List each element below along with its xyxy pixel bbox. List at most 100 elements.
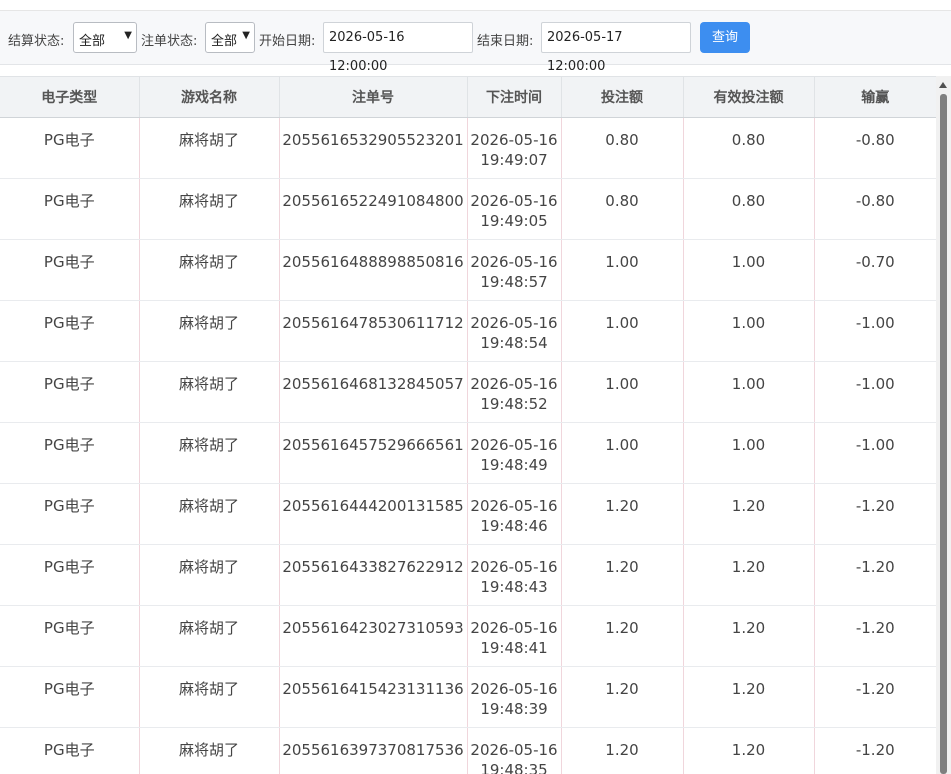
cell-amount: 1.20 [561, 727, 684, 774]
bet-clock: 19:48:35 [480, 761, 548, 774]
settle-status-select[interactable]: 全部 ▼ [73, 22, 137, 53]
table-row[interactable]: PG电子 麻将胡了 2055616444200131585 2026-05-16… [0, 483, 936, 545]
cell-amount: 1.00 [561, 422, 684, 484]
cell-bet-no: 2055616522491084800 [279, 178, 468, 240]
cell-bet-time: 2026-05-16 19:48:41 [467, 605, 562, 667]
cell-winloss: -0.80 [814, 178, 936, 240]
cell-valid-amount: 1.20 [683, 727, 815, 774]
cell-winloss: -1.20 [814, 483, 936, 545]
cell-game: 麻将胡了 [139, 300, 280, 362]
cell-amount: 1.20 [561, 544, 684, 606]
bet-status-value: 全部 [211, 34, 238, 49]
bet-clock: 19:49:07 [480, 151, 548, 169]
cell-bet-time: 2026-05-16 19:49:07 [467, 117, 562, 179]
table-row[interactable]: PG电子 麻将胡了 2055616532905523201 2026-05-16… [0, 117, 936, 179]
cell-bet-no: 2055616433827622912 [279, 544, 468, 606]
column-header-type[interactable]: 电子类型 [0, 76, 140, 118]
cell-type: PG电子 [0, 666, 140, 728]
cell-bet-no: 2055616423027310593 [279, 605, 468, 667]
cell-bet-no: 2055616478530611712 [279, 300, 468, 362]
table-row[interactable]: PG电子 麻将胡了 2055616522491084800 2026-05-16… [0, 178, 936, 240]
bet-clock: 19:48:39 [480, 700, 548, 718]
bet-date: 2026-05-16 [470, 741, 558, 759]
table-row[interactable]: PG电子 麻将胡了 2055616423027310593 2026-05-16… [0, 605, 936, 667]
chevron-down-icon: ▼ [124, 30, 132, 41]
bet-date: 2026-05-16 [470, 558, 558, 576]
cell-winloss: -1.00 [814, 422, 936, 484]
cell-type: PG电子 [0, 727, 140, 774]
column-header-bet-time[interactable]: 下注时间 [467, 76, 562, 118]
cell-bet-time: 2026-05-16 19:48:39 [467, 666, 562, 728]
settle-status-label: 结算状态: [8, 34, 65, 49]
top-strip [0, 0, 951, 11]
cell-amount: 1.20 [561, 605, 684, 667]
bet-date: 2026-05-16 [470, 436, 558, 454]
cell-bet-time: 2026-05-16 19:48:49 [467, 422, 562, 484]
column-header-winloss[interactable]: 输赢 [814, 76, 936, 118]
cell-game: 麻将胡了 [139, 605, 280, 667]
bet-clock: 19:48:57 [480, 273, 548, 291]
cell-winloss: -1.20 [814, 544, 936, 606]
bet-clock: 19:48:43 [480, 578, 548, 596]
cell-game: 麻将胡了 [139, 239, 280, 301]
cell-game: 麻将胡了 [139, 422, 280, 484]
cell-amount: 0.80 [561, 178, 684, 240]
scroll-up-arrow-icon[interactable] [939, 82, 947, 88]
end-date-label: 结束日期: [477, 34, 534, 49]
bet-date: 2026-05-16 [470, 314, 558, 332]
cell-bet-no: 2055616468132845057 [279, 361, 468, 423]
cell-type: PG电子 [0, 300, 140, 362]
bet-date: 2026-05-16 [470, 680, 558, 698]
cell-valid-amount: 1.00 [683, 239, 815, 301]
cell-bet-no: 2055616532905523201 [279, 117, 468, 179]
table-row[interactable]: PG电子 麻将胡了 2055616433827622912 2026-05-16… [0, 544, 936, 606]
query-button[interactable]: 查询 [700, 22, 750, 53]
table-row[interactable]: PG电子 麻将胡了 2055616478530611712 2026-05-16… [0, 300, 936, 362]
cell-bet-time: 2026-05-16 19:48:35 [467, 727, 562, 774]
cell-valid-amount: 1.00 [683, 361, 815, 423]
cell-game: 麻将胡了 [139, 666, 280, 728]
cell-amount: 1.20 [561, 666, 684, 728]
table-row[interactable]: PG电子 麻将胡了 2055616397370817536 2026-05-16… [0, 727, 936, 774]
cell-game: 麻将胡了 [139, 361, 280, 423]
cell-type: PG电子 [0, 239, 140, 301]
cell-bet-no: 2055616444200131585 [279, 483, 468, 545]
cell-game: 麻将胡了 [139, 483, 280, 545]
bet-status-select[interactable]: 全部 ▼ [205, 22, 255, 53]
bet-date: 2026-05-16 [470, 619, 558, 637]
cell-valid-amount: 1.00 [683, 300, 815, 362]
filter-bar: 结算状态: 全部 ▼ 注单状态: 全部 ▼ 开始日期: 2026-05-16 1… [0, 11, 951, 74]
bet-date: 2026-05-16 [470, 131, 558, 149]
table-row[interactable]: PG电子 麻将胡了 2055616457529666561 2026-05-16… [0, 422, 936, 484]
column-header-game[interactable]: 游戏名称 [139, 76, 280, 118]
bet-clock: 19:48:41 [480, 639, 548, 657]
end-date-input[interactable]: 2026-05-17 12:00:00 [541, 22, 691, 74]
table-header-row: 电子类型 游戏名称 注单号 下注时间 投注额 有效投注额 输赢 [0, 76, 936, 118]
column-header-amount[interactable]: 投注额 [561, 76, 684, 118]
bet-clock: 19:49:05 [480, 212, 548, 230]
table-row[interactable]: PG电子 麻将胡了 2055616488898850816 2026-05-16… [0, 239, 936, 301]
cell-bet-no: 2055616397370817536 [279, 727, 468, 774]
vertical-scrollbar[interactable] [936, 76, 951, 774]
cell-type: PG电子 [0, 483, 140, 545]
start-date-input[interactable]: 2026-05-16 12:00:00 [323, 22, 473, 74]
bet-date: 2026-05-16 [470, 375, 558, 393]
bet-clock: 19:48:52 [480, 395, 548, 413]
bet-clock: 19:48:49 [480, 456, 548, 474]
cell-amount: 1.00 [561, 361, 684, 423]
table-row[interactable]: PG电子 麻将胡了 2055616415423131136 2026-05-16… [0, 666, 936, 728]
table-row[interactable]: PG电子 麻将胡了 2055616468132845057 2026-05-16… [0, 361, 936, 423]
cell-amount: 0.80 [561, 117, 684, 179]
bet-records-table: 电子类型 游戏名称 注单号 下注时间 投注额 有效投注额 输赢 PG电子 麻将胡… [0, 76, 936, 774]
column-header-bet-no[interactable]: 注单号 [279, 76, 468, 118]
start-date-label: 开始日期: [259, 34, 316, 49]
cell-type: PG电子 [0, 605, 140, 667]
scrollbar-thumb[interactable] [940, 94, 947, 774]
cell-amount: 1.00 [561, 300, 684, 362]
cell-amount: 1.00 [561, 239, 684, 301]
cell-amount: 1.20 [561, 483, 684, 545]
cell-game: 麻将胡了 [139, 727, 280, 774]
cell-bet-no: 2055616415423131136 [279, 666, 468, 728]
cell-valid-amount: 1.20 [683, 483, 815, 545]
column-header-valid-amount[interactable]: 有效投注额 [683, 76, 815, 118]
